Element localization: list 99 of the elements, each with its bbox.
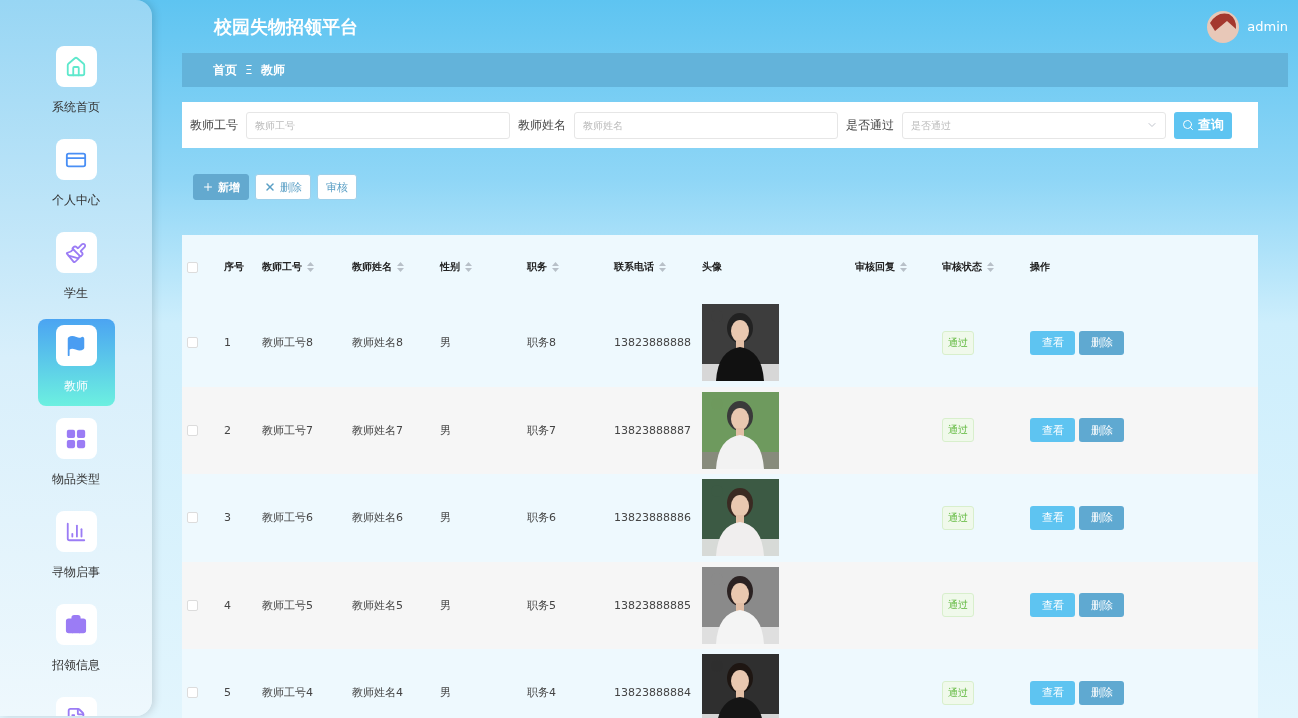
table-cell-text: 职务7 [527, 422, 557, 438]
delete-button[interactable]: 删除 [1079, 505, 1124, 530]
row-checkbox[interactable] [187, 687, 198, 699]
column-header: 头像 [702, 260, 723, 274]
breadcrumb-separator: Ξ [245, 63, 253, 77]
sidebar-item[interactable]: 学生 [37, 226, 115, 313]
avatar [1207, 10, 1240, 43]
column-header[interactable]: 教师工号 [262, 260, 352, 274]
table-cell-text: 13823888885 [614, 598, 692, 612]
table-cell-text: 3 [224, 511, 232, 525]
view-button[interactable]: 查看 [1030, 418, 1075, 443]
sort-icon[interactable] [465, 262, 472, 272]
sidebar-item[interactable]: 招领信息 [37, 598, 115, 685]
table-cell-text: 13823888888 [614, 336, 692, 350]
table-cell-text: 教师姓名8 [352, 335, 404, 351]
table-cell-text: 职务8 [527, 335, 557, 351]
close-icon [264, 181, 276, 193]
flag-icon [65, 334, 87, 357]
select-all-checkbox[interactable] [187, 261, 198, 273]
column-header[interactable]: 审核状态 [942, 260, 1030, 274]
sort-icon[interactable] [900, 262, 907, 272]
table-cell-text: 13823888887 [614, 423, 692, 437]
view-button[interactable]: 查看 [1030, 505, 1075, 530]
delete-button[interactable]: 删除 [255, 174, 311, 200]
sidebar-item[interactable]: 系统首页 [37, 40, 115, 127]
field-label: 是否通过 [846, 116, 894, 134]
delete-button[interactable]: 删除 [1079, 330, 1124, 355]
table-cell-text: 男 [440, 335, 452, 351]
table-cell-text: 教师工号6 [262, 510, 314, 526]
view-button[interactable]: 查看 [1030, 330, 1075, 355]
sort-icon[interactable] [552, 262, 559, 272]
view-button[interactable]: 查看 [1030, 593, 1075, 618]
bar-chart-icon [65, 520, 87, 543]
breadcrumb-item[interactable]: 首页 [213, 61, 237, 79]
table-cell-text: 教师姓名7 [352, 422, 404, 438]
table-cell-text: 教师工号5 [262, 597, 314, 613]
status-tag: 通过 [942, 330, 974, 355]
table-cell-text: 5 [224, 686, 232, 700]
column-header[interactable]: 教师姓名 [352, 260, 440, 274]
column-header[interactable]: 职务 [527, 260, 614, 274]
status-tag: 通过 [942, 593, 974, 618]
table-cell-text: 职务6 [527, 510, 557, 526]
column-header[interactable]: 性别 [440, 260, 527, 274]
search-icon [1182, 119, 1194, 131]
column-header: 操作 [1030, 260, 1051, 274]
table-cell-text: 13823888884 [614, 686, 692, 700]
sidebar-item[interactable]: 教师 [37, 319, 115, 406]
sort-icon[interactable] [307, 262, 314, 272]
table-cell-text: 职务5 [527, 597, 557, 613]
sort-icon[interactable] [659, 262, 666, 272]
row-checkbox[interactable] [187, 337, 198, 349]
field-label: 教师工号 [190, 116, 238, 134]
status-tag: 通过 [942, 418, 974, 443]
grid-icon [65, 427, 87, 450]
table-cell-text: 男 [440, 510, 452, 526]
review-button[interactable]: 审核 [317, 174, 357, 200]
house-icon [65, 55, 87, 78]
sort-icon[interactable] [397, 262, 404, 272]
app-title: 校园失物招领平台 [214, 14, 358, 39]
brush-icon [65, 241, 87, 264]
sidebar-item[interactable]: 寻物启事 [37, 505, 115, 592]
add-button[interactable]: 新增 [193, 174, 249, 200]
delete-button[interactable]: 删除 [1079, 418, 1124, 443]
column-header[interactable]: 审核回复 [855, 260, 942, 274]
column-header[interactable]: 联系电话 [614, 260, 702, 274]
sidebar-item[interactable]: 个人中心 [37, 133, 115, 220]
row-checkbox[interactable] [187, 599, 198, 611]
search-button[interactable]: 查询 [1174, 111, 1232, 139]
field-label: 教师姓名 [518, 116, 566, 134]
table-cell-text: 2 [224, 423, 232, 437]
column-header: 序号 [224, 260, 245, 274]
table-cell-text: 男 [440, 422, 452, 438]
breadcrumb-item[interactable]: 教师 [260, 61, 285, 79]
row-checkbox[interactable] [187, 512, 198, 524]
view-button[interactable]: 查看 [1030, 680, 1075, 705]
status-tag: 通过 [942, 505, 974, 530]
plus-icon [202, 181, 214, 193]
row-checkbox[interactable] [187, 424, 198, 436]
user-name[interactable]: admin [1247, 19, 1288, 34]
delete-button[interactable]: 删除 [1079, 593, 1124, 618]
status-tag: 通过 [942, 680, 974, 705]
table-cell-text: 教师工号8 [262, 335, 314, 351]
table-cell-text: 教师工号4 [262, 685, 314, 701]
table-cell-text: 教师工号7 [262, 422, 314, 438]
table-cell-text: 教师姓名4 [352, 685, 404, 701]
table-cell-text: 职务4 [527, 685, 557, 701]
table-cell-text: 男 [440, 685, 452, 701]
table-cell-text: 4 [224, 598, 232, 612]
delete-button[interactable]: 删除 [1079, 680, 1124, 705]
briefcase-icon [65, 613, 87, 636]
table-cell-text: 教师姓名6 [352, 510, 404, 526]
sidebar-item[interactable]: 物品类型 [37, 412, 115, 499]
table-cell-text: 1 [224, 336, 232, 350]
table-cell-text: 13823888886 [614, 511, 692, 525]
input-field[interactable]: 教师工号 [246, 111, 510, 139]
table-cell-text: 教师姓名5 [352, 597, 404, 613]
sort-icon[interactable] [987, 262, 994, 272]
input-field[interactable]: 教师姓名 [574, 111, 838, 139]
table-cell-text: 男 [440, 597, 452, 613]
